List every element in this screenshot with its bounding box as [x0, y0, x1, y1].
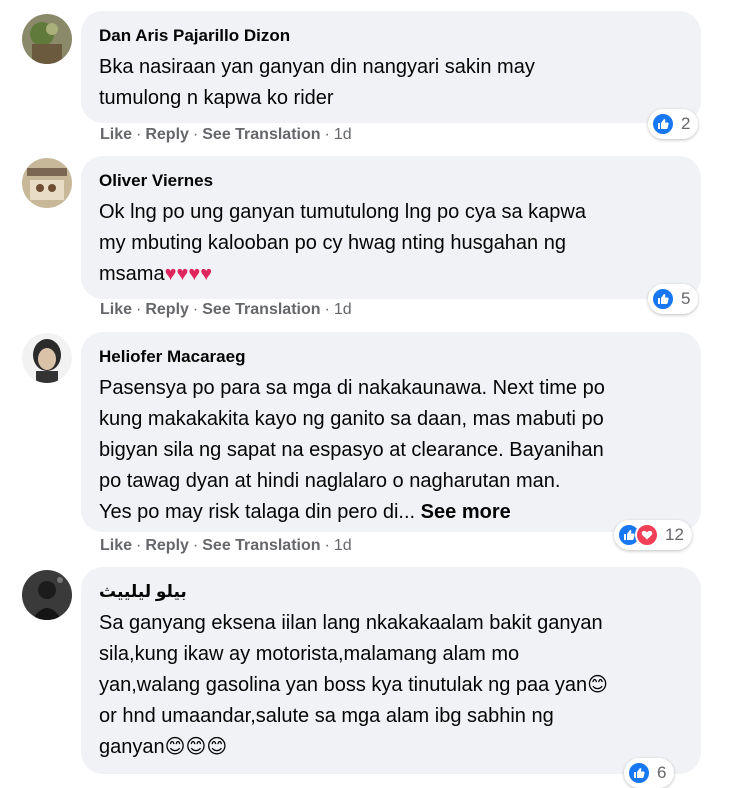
separator: ·	[192, 126, 199, 143]
see-more-link[interactable]: See more	[421, 501, 511, 523]
reaction-summary[interactable]: 5	[648, 284, 699, 314]
comment-author[interactable]: Heliofer Macaraeg	[99, 346, 683, 368]
avatar[interactable]	[22, 158, 72, 208]
separator: ·	[136, 126, 142, 143]
comment-actions: Like · Reply · See Translation · 1d	[100, 300, 352, 320]
like-link[interactable]: Like	[100, 126, 132, 143]
separator: ·	[324, 126, 330, 143]
reaction-count: 12	[665, 525, 684, 544]
reply-link[interactable]: Reply	[145, 126, 189, 143]
thumbs-up-icon	[651, 112, 675, 136]
separator: ·	[136, 301, 142, 318]
timestamp[interactable]: 1d	[334, 301, 352, 318]
timestamp[interactable]: 1d	[334, 126, 352, 143]
comment-text: Ok lng po ung ganyan tumutulong lng po c…	[99, 197, 683, 290]
comment-text: Pasensya po para sa mga di nakakaunawa. …	[99, 373, 683, 528]
separator: ·	[136, 537, 142, 554]
see-translation-link[interactable]: See Translation	[202, 537, 320, 554]
comment-bubble: بيلو ليلييث Sa ganyang eksena iilan lang…	[81, 567, 701, 774]
comment-bubble: Dan Aris Pajarillo Dizon Bka nasiraan ya…	[81, 11, 701, 123]
separator: ·	[192, 537, 199, 554]
separator: ·	[324, 537, 330, 554]
reply-link[interactable]: Reply	[145, 537, 189, 554]
avatar[interactable]	[22, 333, 72, 383]
smile-emoji-icon: 😊	[587, 674, 608, 696]
separator: ·	[192, 301, 199, 318]
comment-author[interactable]: Oliver Viernes	[99, 170, 683, 192]
reaction-count: 5	[681, 289, 691, 308]
comment-bubble: Heliofer Macaraeg Pasensya po para sa mg…	[81, 332, 701, 532]
thumbs-up-icon	[651, 287, 675, 311]
like-link[interactable]: Like	[100, 301, 132, 318]
reaction-summary[interactable]: 6	[624, 758, 675, 788]
thumbs-up-icon	[627, 761, 651, 785]
comment-author[interactable]: Dan Aris Pajarillo Dizon	[99, 25, 683, 47]
see-translation-link[interactable]: See Translation	[202, 126, 320, 143]
separator: ·	[324, 301, 330, 318]
comment-text-body: Sa ganyang eksena iilan lang nkakakaalam…	[99, 612, 603, 696]
avatar[interactable]	[22, 570, 72, 620]
comment-text-body: Pasensya po para sa mga di nakakaunawa. …	[99, 377, 605, 523]
reaction-summary[interactable]: 2	[648, 109, 699, 139]
comment-text: Bka nasiraan yan ganyan din nangyari sak…	[99, 56, 535, 109]
avatar[interactable]	[22, 14, 72, 64]
comment-actions: Like · Reply · See Translation · 1d	[100, 125, 352, 145]
heart-icon	[635, 523, 659, 547]
see-translation-link[interactable]: See Translation	[202, 301, 320, 318]
reaction-count: 2	[681, 114, 691, 133]
reaction-summary[interactable]: 12	[614, 520, 692, 550]
comment-bubble: Oliver Viernes Ok lng po ung ganyan tumu…	[81, 156, 701, 299]
comment-actions: Like · Reply · See Translation · 1d	[100, 536, 352, 556]
reaction-count: 6	[657, 763, 667, 782]
timestamp[interactable]: 1d	[334, 537, 352, 554]
comment-author[interactable]: بيلو ليلييث	[99, 581, 683, 603]
like-link[interactable]: Like	[100, 537, 132, 554]
heart-emoji-icon: ♥♥♥♥	[164, 263, 213, 285]
comment-text: Sa ganyang eksena iilan lang nkakakaalam…	[99, 608, 683, 763]
reply-link[interactable]: Reply	[145, 301, 189, 318]
smile-emoji-icon: 😊😊😊	[164, 736, 228, 758]
